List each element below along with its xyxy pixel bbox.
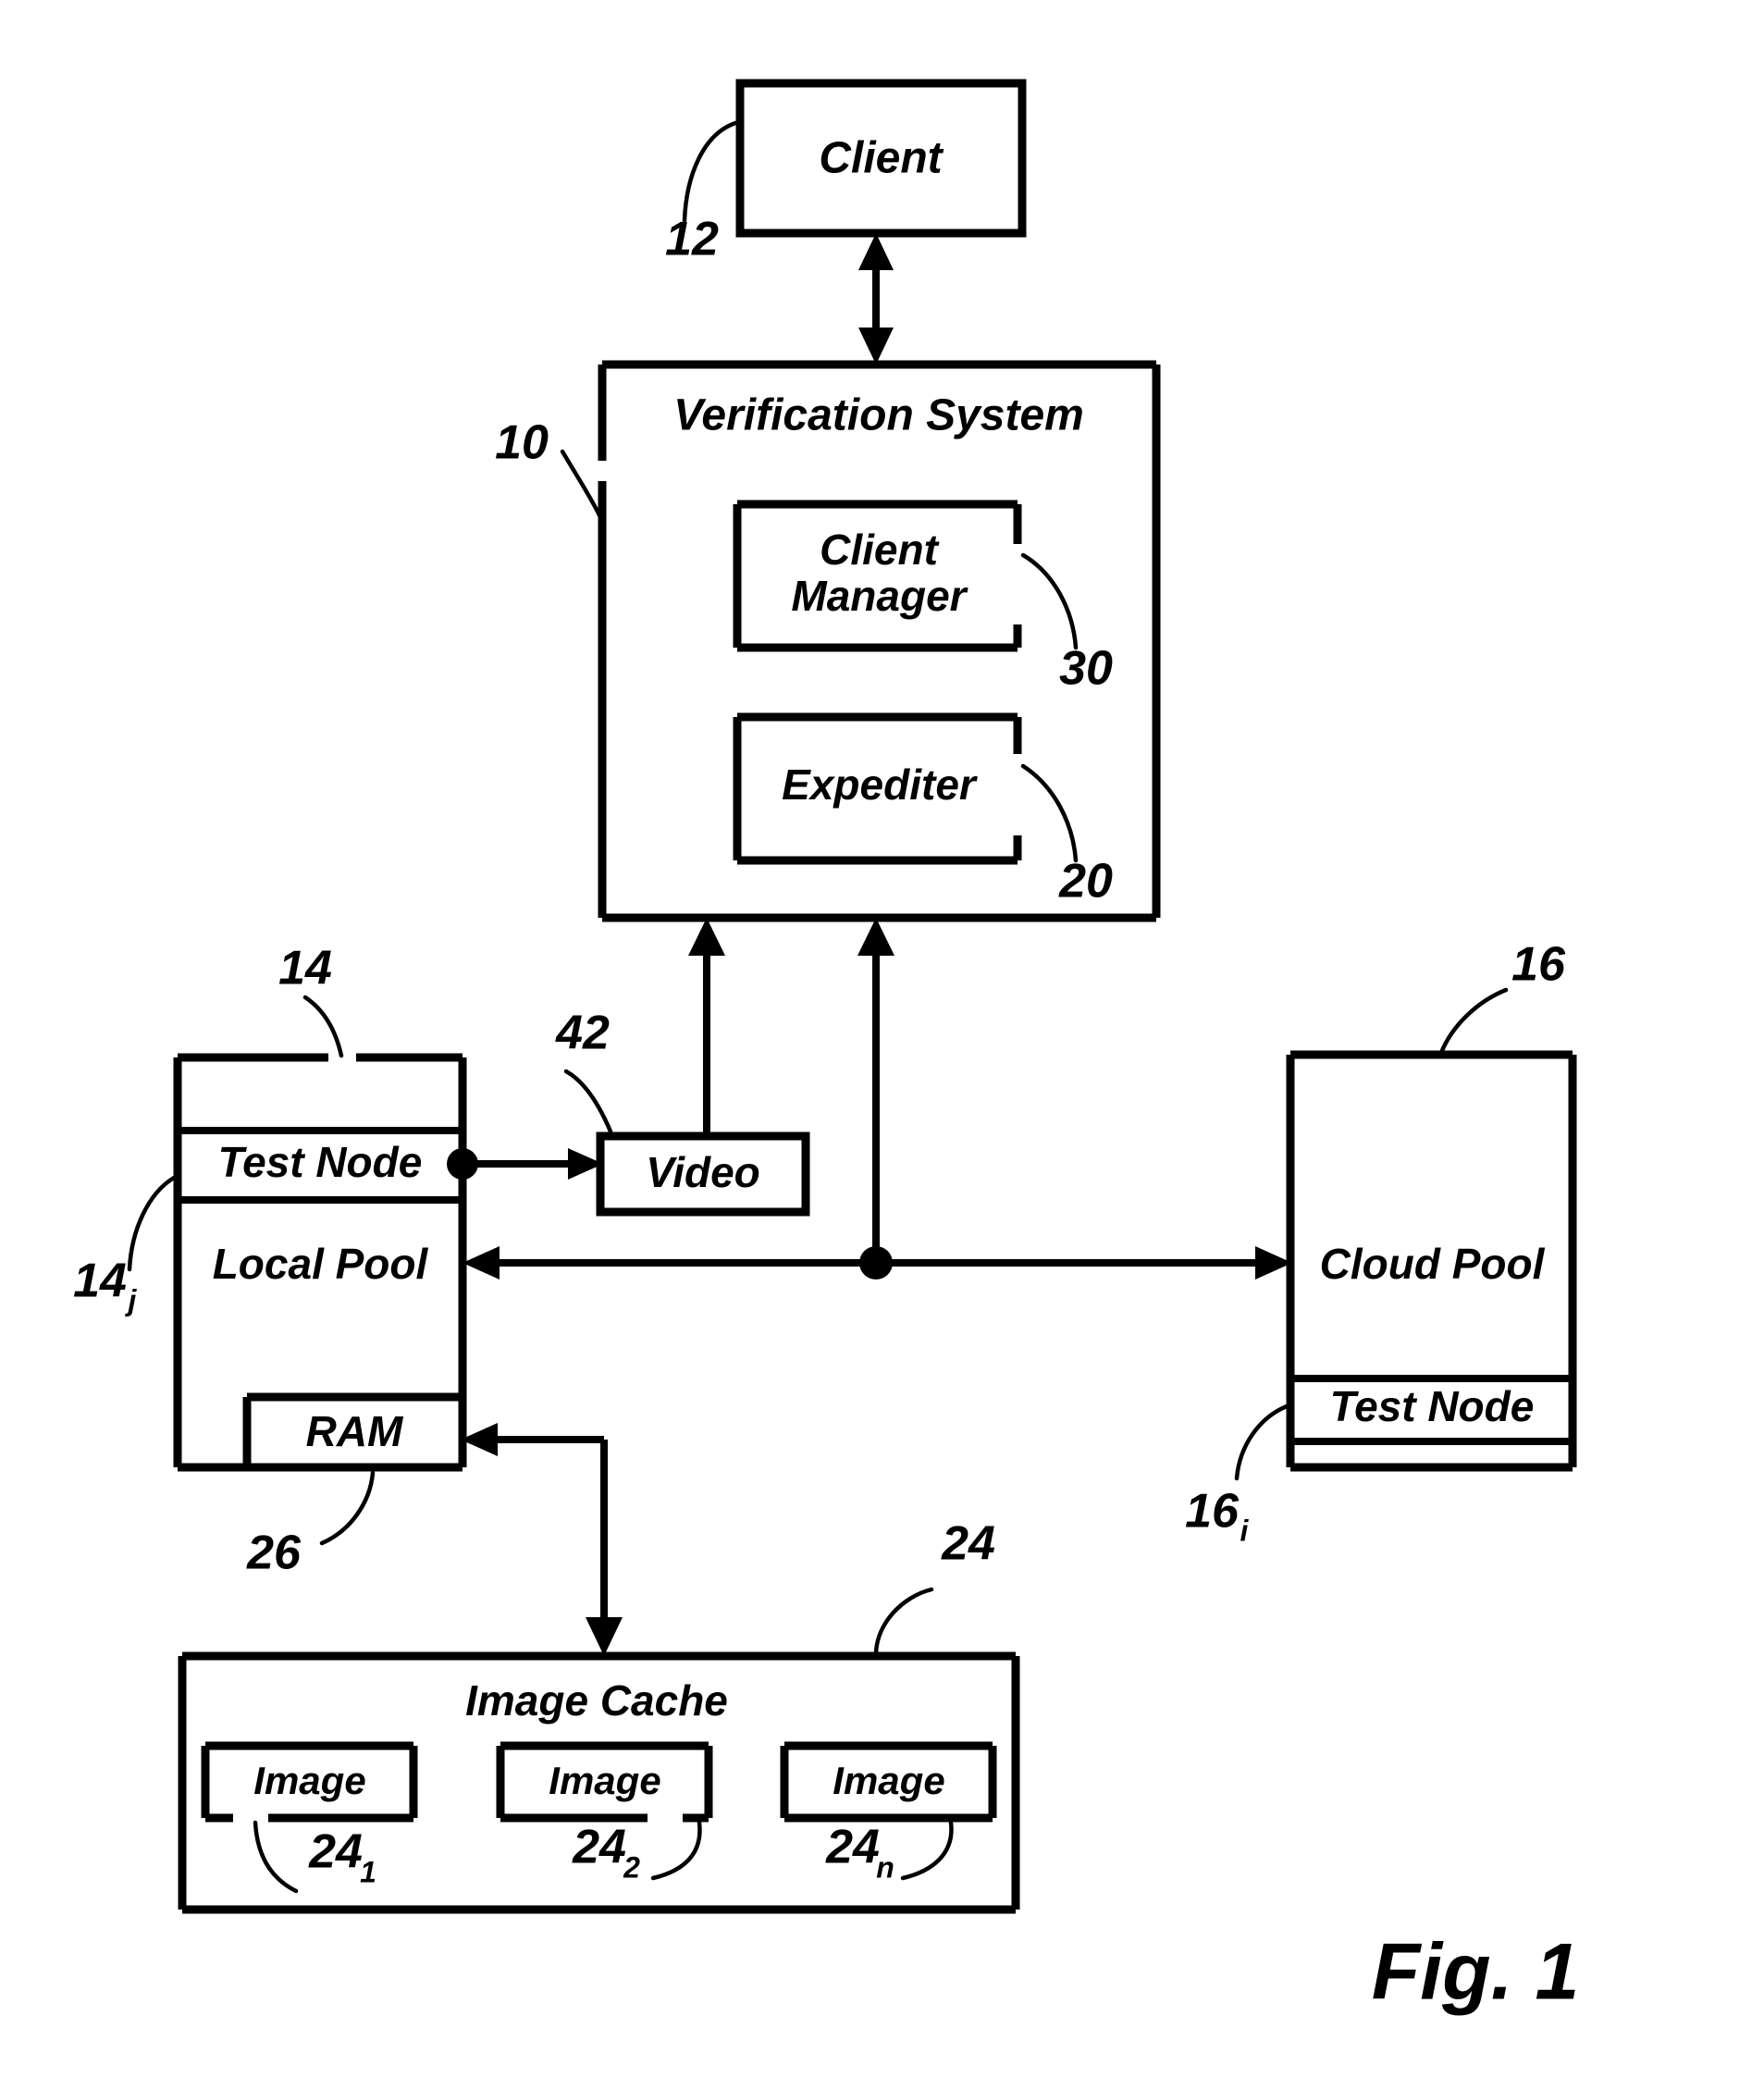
arrowhead-up-to-client <box>858 233 894 270</box>
local-pool-test-node-label: Test Node <box>218 1138 423 1186</box>
leader-line-30 <box>1020 552 1079 650</box>
verification-system-label: Verification System <box>673 391 1084 440</box>
image-cache-label: Image Cache <box>465 1676 728 1725</box>
ref-number-10: 10 <box>495 416 549 470</box>
ref-subscript-24-2: 2 <box>623 1850 640 1884</box>
imagen-label: Image <box>833 1759 944 1802</box>
ref-subscript-24-1: 1 <box>360 1855 376 1888</box>
client-label: Client <box>819 134 944 183</box>
ref-number-12: 12 <box>665 213 719 266</box>
ref-number-30: 30 <box>1059 642 1113 696</box>
leader-line-16 <box>1438 987 1509 1056</box>
connector-video-to-verification <box>688 918 725 1138</box>
local-pool-group-block[interactable]: Test Node Local Pool RAM <box>173 1053 467 1472</box>
connector-local-cloud-bus <box>463 1246 1292 1280</box>
ref-number-24-n: 24 <box>825 1821 880 1874</box>
leader-line-12 <box>682 120 738 223</box>
arrowhead-into-image-cache <box>586 1617 623 1656</box>
ref-number-24: 24 <box>941 1517 995 1571</box>
connector-client-verification <box>858 233 894 365</box>
expediter-label: Expediter <box>782 760 978 809</box>
cloud-pool-test-node-label: Test Node <box>1330 1382 1535 1430</box>
client-manager-label-line2: Manager <box>791 572 968 620</box>
ref-number-14j: 14 <box>73 1255 127 1308</box>
ref-number-42: 42 <box>555 1007 610 1060</box>
image2-label: Image <box>549 1759 660 1802</box>
arrowhead-bus-up <box>857 918 894 956</box>
ref-number-26: 26 <box>246 1527 302 1580</box>
ref-number-24-1: 24 <box>308 1825 363 1879</box>
leader-line-24-1 <box>253 1820 299 1894</box>
ref-number-20: 20 <box>1058 855 1113 909</box>
client-manager-block[interactable]: Client Manager <box>733 500 1022 652</box>
figure-canvas: Client 12 Verification System 10 Client … <box>0 0 1764 2077</box>
leader-line-26 <box>319 1470 376 1546</box>
arrowhead-video-up <box>688 918 725 956</box>
ref-subscript-16i: i <box>1240 1514 1250 1547</box>
cloud-pool-label: Cloud Pool <box>1320 1240 1546 1288</box>
local-pool-label: Local Pool <box>213 1240 429 1288</box>
leader-line-24-n <box>900 1820 954 1881</box>
connector-bus-to-verification <box>857 918 894 1263</box>
image-block-2[interactable]: Image <box>496 1741 713 1823</box>
ref-number-16: 16 <box>1511 938 1566 992</box>
leader-line-20 <box>1020 763 1079 863</box>
arrowhead-to-local-pool <box>463 1246 500 1280</box>
leader-line-16i <box>1234 1403 1289 1481</box>
expediter-block[interactable]: Expediter <box>733 712 1022 865</box>
image-block-1[interactable]: Image <box>201 1741 418 1823</box>
ref-subscript-24-n: n <box>876 1850 894 1884</box>
client-block[interactable]: Client <box>735 79 1027 238</box>
video-label: Video <box>646 1148 760 1196</box>
connector-ram-image-cache <box>461 1423 623 1656</box>
leader-line-24 <box>873 1587 934 1656</box>
ref-number-24-2: 24 <box>572 1821 626 1874</box>
video-block[interactable]: Video <box>596 1131 810 1217</box>
patent-diagram: Client 12 Verification System 10 Client … <box>73 79 1580 2017</box>
image-block-n[interactable]: Image <box>780 1741 997 1823</box>
leader-line-14 <box>302 995 344 1058</box>
ref-number-14: 14 <box>278 942 332 995</box>
cloud-pool-group-block[interactable]: Cloud Pool Test Node <box>1286 1050 1577 1472</box>
arrowhead-down-to-verification <box>858 328 894 365</box>
ram-label: RAM <box>306 1407 404 1455</box>
leader-line-42 <box>563 1069 613 1134</box>
leader-line-10 <box>560 449 602 518</box>
junction-dot-bus <box>859 1246 893 1280</box>
image1-label: Image <box>253 1759 365 1802</box>
ref-number-16i: 16 <box>1185 1485 1240 1539</box>
junction-dot-testnode <box>447 1148 478 1180</box>
leader-line-24-2 <box>650 1820 702 1881</box>
connector-testnode-to-video <box>447 1148 603 1180</box>
client-manager-label-line1: Client <box>820 525 939 574</box>
leader-line-14j <box>127 1175 177 1272</box>
image-cache-block[interactable]: Image Cache Image 24 1 Image 24 2 Image … <box>178 1651 1020 1914</box>
figure-caption: Fig. 1 <box>1372 1928 1580 2017</box>
